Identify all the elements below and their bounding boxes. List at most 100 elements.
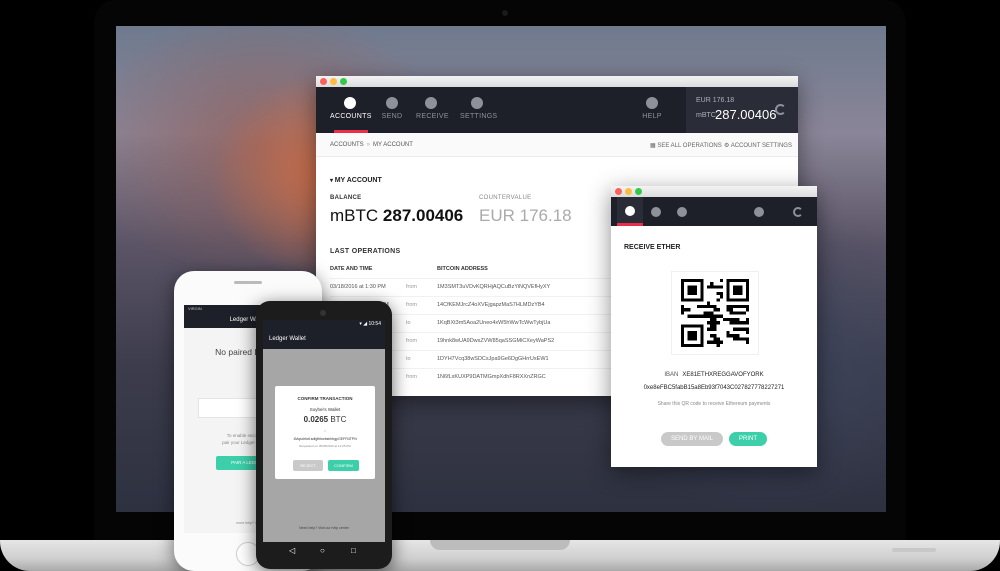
operation-address: 19hnk8wUA9DwsZVW85qaSSGMiCXeyWaPS2: [437, 338, 555, 344]
header-mbtc-label: mBTC: [696, 112, 716, 119]
header-mbtc-value: 287.00406: [715, 107, 777, 122]
countervalue-amount: EUR 176.18: [479, 206, 572, 225]
arrow-down-icon: ↓: [323, 428, 327, 434]
zoom-window-button[interactable]: [635, 188, 642, 195]
reject-button[interactable]: REJECT: [293, 460, 323, 471]
balance-amount: mBTC 287.00406: [330, 206, 463, 226]
operation-address: 1DYH7Vcq38wSDCsJpa9Ge6DgGHrrUxEW1: [437, 356, 549, 362]
send-by-mail-button[interactable]: SEND BY MAIL: [661, 432, 723, 446]
receive-ether-title: RECEIVE ETHER: [624, 244, 681, 251]
receive-ether-window: RECEIVE ETHER IBAN XE81ETHXREGGAVOFYORK 0…: [611, 186, 817, 467]
address-column-header: BITCOIN ADDRESS: [437, 266, 488, 272]
confirm-transaction-dialog: CONFIRM TRANSACTION Soyhei's Wallet 0.02…: [275, 386, 375, 479]
refresh-icon[interactable]: [793, 207, 803, 217]
android-camera: [320, 310, 326, 316]
close-window-button[interactable]: [615, 188, 622, 195]
iban-label: IBAN: [664, 372, 679, 378]
operation-address: 1N6fLxKUXP9DATMGmpXdhF8RXXnZRGC: [437, 374, 546, 380]
nav-receive[interactable]: RECEIVE: [416, 97, 449, 120]
account-settings-label: ACCOUNT SETTINGS: [730, 143, 792, 149]
back-icon[interactable]: ◁: [289, 546, 295, 555]
operation-direction: from: [406, 284, 417, 290]
send-icon: [386, 97, 398, 109]
breadcrumb-separator: »: [366, 142, 371, 148]
last-operations-title: LAST OPERATIONS: [330, 248, 401, 255]
android-help-footer[interactable]: Need help? Visit our help center: [263, 526, 385, 530]
iban-line: IBAN XE81ETHXREGGAVOFYORK: [611, 372, 817, 378]
nav-settings-label: SETTINGS: [460, 113, 498, 120]
android-device: ▾ ◢ 10:54 Ledger Wallet CONFIRM TRANSACT…: [256, 301, 392, 569]
operation-address: 1KqBXt3m5Aoa2Uneo4xW5hWwTcWwTybjUa: [437, 320, 551, 326]
laptop-notch: [430, 540, 570, 550]
operation-address: 14CfKEMJrcZ4oXVEjgapzMaS7HLMDzYB4: [437, 302, 545, 308]
see-all-operations-label: SEE ALL OPERATIONS: [657, 143, 722, 149]
nav-accounts[interactable]: ACCOUNTS: [330, 97, 372, 120]
operation-direction: from: [406, 302, 417, 308]
destination-address: 1Mqsdrhdt.sdfgfhbwbsirbhgpGEFR4TPN: [293, 437, 357, 441]
nav-receive-label: RECEIVE: [416, 113, 449, 120]
android-status-bar: ▾ ◢ 10:54: [263, 320, 385, 329]
confirm-button[interactable]: CONFIRM: [328, 460, 359, 471]
account-settings-link[interactable]: ⚙ ACCOUNT SETTINGS: [724, 142, 792, 149]
home-icon[interactable]: ○: [320, 546, 325, 555]
nav-send-label: SEND: [381, 113, 403, 120]
amount-unit: BTC: [330, 415, 347, 424]
dialog-title: CONFIRM TRANSACTION: [297, 396, 353, 401]
android-nav-bar: ◁ ○ □: [263, 543, 385, 561]
minimize-window-button[interactable]: [625, 188, 632, 195]
operation-date: 03/18/2016 at 1:30 PM: [330, 284, 386, 290]
iphone-speaker: [234, 281, 262, 284]
breadcrumb-bar: ACCOUNTS» MY ACCOUNT ▦ SEE ALL OPERATIONS…: [316, 133, 798, 157]
laptop-vent: [892, 548, 936, 552]
titlebar: [611, 186, 817, 197]
breadcrumb: ACCOUNTS» MY ACCOUNT: [330, 142, 413, 148]
date-column-header: DATE AND TIME: [330, 266, 373, 272]
amount: 0.0265 BTC: [275, 415, 375, 424]
breadcrumb-current: MY ACCOUNT: [373, 142, 413, 148]
operation-direction: from: [406, 338, 417, 344]
laptop-camera: [502, 10, 508, 16]
nav-home[interactable]: [617, 197, 643, 226]
home-icon: [625, 206, 635, 216]
ether-nav: [611, 197, 817, 226]
nav-help[interactable]: HELP: [640, 97, 664, 120]
nav-settings[interactable]: SETTINGS: [460, 97, 498, 120]
accounts-icon: [344, 97, 356, 109]
header-balance: EUR 176.18 mBTC 287.00406: [686, 87, 798, 133]
android-app-title: Ledger Wallet: [263, 329, 385, 349]
receive-icon: [425, 97, 437, 109]
top-nav: ACCOUNTS SEND RECEIVE SETTINGS HELP EUR …: [316, 87, 798, 133]
help-icon[interactable]: [754, 207, 764, 217]
nav-send[interactable]: SEND: [380, 97, 404, 120]
nav-help-label: HELP: [642, 113, 662, 120]
balance-unit: mBTC: [330, 206, 379, 225]
refresh-icon[interactable]: [775, 104, 786, 115]
operation-direction: to: [406, 320, 411, 326]
share-hint: Share this QR code to receive Ethereum p…: [657, 401, 771, 407]
android-clock: 10:54: [368, 321, 381, 327]
balance-value: 287.00406: [382, 206, 464, 225]
qr-code: [681, 279, 749, 347]
countervalue-label: COUNTERVALUE: [479, 195, 532, 201]
amount-value: 0.0265: [303, 415, 329, 424]
titlebar: [316, 76, 798, 87]
help-icon: [646, 97, 658, 109]
zoom-window-button[interactable]: [340, 78, 347, 85]
operation-address: 1M3SMT3uVDvKQRHjAQCuBzYiNQVEfHyXY: [437, 284, 551, 290]
see-all-operations-link[interactable]: ▦ SEE ALL OPERATIONS: [650, 142, 722, 149]
print-button[interactable]: PRINT: [729, 432, 767, 446]
balance-label: BALANCE: [330, 195, 362, 201]
send-icon[interactable]: [651, 207, 661, 217]
breadcrumb-accounts[interactable]: ACCOUNTS: [330, 142, 364, 148]
receive-icon[interactable]: [677, 207, 687, 217]
close-window-button[interactable]: [320, 78, 327, 85]
account-title[interactable]: MY ACCOUNT: [330, 177, 382, 184]
wallet-name: Soyhei's Wallet: [309, 407, 341, 412]
android-screen: ▾ ◢ 10:54 Ledger Wallet CONFIRM TRANSACT…: [263, 320, 385, 542]
header-eur-balance: EUR 176.18: [696, 97, 735, 104]
requested-date: Requested on 05/05/2016 at 12:25 PM: [299, 444, 351, 448]
operation-direction: from: [406, 374, 417, 380]
minimize-window-button[interactable]: [330, 78, 337, 85]
nav-accounts-label: ACCOUNTS: [330, 113, 372, 120]
recent-apps-icon[interactable]: □: [351, 546, 356, 555]
